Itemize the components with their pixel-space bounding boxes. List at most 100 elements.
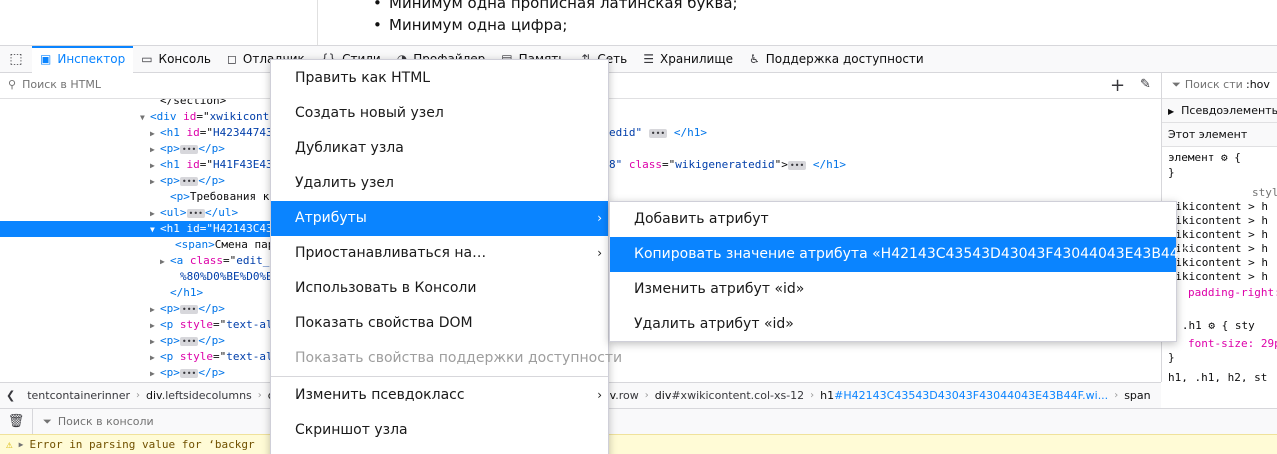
menu-item[interactable]: Показать свойства DOM	[271, 306, 608, 341]
breadcrumb-item[interactable]: div#xwikicontent.col-xs-12	[649, 389, 810, 402]
trash-icon[interactable]: 🗑	[0, 414, 32, 429]
chevron-right-icon[interactable]: ▶	[150, 350, 160, 366]
chevron-down-icon[interactable]: ▼	[140, 110, 150, 126]
breadcrumb-item[interactable]: h1#H42143C43543D43043F43044043E43B44F.wi…	[814, 389, 1114, 402]
markup-token: edit_	[236, 254, 270, 267]
attributes-submenu: Добавить атрибут Копировать значение атри…	[609, 201, 1195, 342]
search-placeholder: Поиск сти	[1184, 78, 1243, 91]
collapsed-content-badge[interactable]: •••	[179, 368, 199, 378]
menu-item[interactable]: Удалить узел	[271, 166, 608, 201]
collapsed-content-badge[interactable]: •••	[179, 336, 199, 346]
close-brace: }	[1168, 351, 1175, 364]
filter-icon: ⏷	[1172, 78, 1181, 91]
menu-item-label: Удалить узел	[295, 175, 394, 191]
menu-item-label: Приостанавливаться на…	[295, 245, 487, 261]
markup-token: <h1	[160, 126, 187, 139]
menu-item[interactable]: Править как HTML	[271, 61, 608, 96]
markup-token: <span>	[175, 238, 215, 251]
markup-token: id	[186, 222, 200, 235]
markup-token: </p>	[198, 142, 225, 155]
markup-token: <ul>	[160, 206, 187, 219]
markup-token: <p>	[160, 366, 180, 379]
html-search-input[interactable]: ⚲ Поиск в HTML	[8, 78, 101, 91]
chevron-down-icon[interactable]: ▼	[150, 222, 160, 238]
chevron-right-icon[interactable]: ▶	[150, 366, 160, 382]
markup-token: H42143C43	[213, 222, 273, 235]
menu-item[interactable]: Приостанавливаться на… ›	[271, 236, 608, 271]
markup-token: style	[179, 318, 213, 331]
breadcrumb-item[interactable]: span	[1118, 389, 1156, 402]
submenu-item[interactable]: Удалить атрибут «id»	[610, 307, 1176, 342]
menu-item-label: Удалить атрибут «id»	[634, 316, 794, 332]
console-filter-input[interactable]: ⏷ Поиск в консоли	[32, 408, 154, 435]
element-picker-button[interactable]: ⬚	[0, 46, 32, 73]
filter-icon: ⏷	[43, 414, 52, 428]
pseudo-elements-header[interactable]: ▶ Псевдоэлементы	[1162, 99, 1277, 123]
submenu-item[interactable]: Изменить атрибут «id»	[610, 272, 1176, 307]
property-name[interactable]: padding-right:	[1188, 286, 1277, 300]
collapsed-content-badge[interactable]: •••	[648, 128, 668, 138]
markup-token: ="	[199, 158, 213, 171]
chevron-right-icon[interactable]: ▶	[150, 126, 160, 142]
submenu-item[interactable]: Добавить атрибут	[610, 202, 1176, 237]
markup-token: edid"	[609, 126, 649, 139]
selector: xwikicontent > h	[1162, 214, 1268, 227]
breadcrumb-item[interactable]: div.leftsidecolumns	[140, 389, 258, 402]
menu-item-label: Атрибуты	[295, 210, 367, 226]
markup-token: id	[186, 126, 200, 139]
menu-item[interactable]: Создать новый узел	[271, 96, 608, 131]
collapsed-content-badge[interactable]: •••	[179, 176, 199, 186]
chevron-right-icon[interactable]: ▶	[150, 174, 160, 190]
tab-label: Поддержка доступности	[765, 52, 924, 66]
tab-storage[interactable]: ☰ Хранилище	[635, 46, 741, 73]
add-node-button[interactable]: +	[1110, 75, 1125, 96]
markup-token: ="	[199, 222, 213, 235]
tab-inspector[interactable]: ▣ Инспектор	[32, 45, 134, 73]
console-toolbar: 🗑 ⏷ Поиск в консоли	[0, 408, 1277, 435]
chevron-right-icon[interactable]: ▶	[150, 206, 160, 222]
menu-item-label: Изменить атрибут «id»	[634, 281, 805, 297]
collapsed-content-badge[interactable]: •••	[787, 160, 807, 170]
page-left-pane	[0, 0, 318, 45]
menu-item[interactable]: Дубликат узла	[271, 131, 608, 166]
chevron-right-icon[interactable]: ▶	[150, 142, 160, 158]
hov-toggle[interactable]: :hov	[1246, 78, 1270, 91]
markup-token: ="	[213, 350, 227, 363]
stylesheet-link[interactable]: styl	[1252, 186, 1277, 200]
chevron-right-icon[interactable]: ▶	[160, 254, 170, 270]
breadcrumb-back-arrow[interactable]: ❮	[0, 389, 21, 402]
tab-label: Инспектор	[57, 52, 126, 66]
console-warning-row[interactable]: ⚠ ▶ Error in parsing value for ‘backgr	[0, 434, 1277, 454]
this-element-header: Этот элемент	[1162, 123, 1277, 147]
search-icon: ⚲	[8, 78, 17, 91]
markup-token: ="	[662, 158, 676, 171]
section-label: Псевдоэлементы	[1181, 104, 1277, 117]
chevron-right-icon[interactable]: ▶	[150, 318, 160, 334]
breadcrumb-part: div	[654, 389, 672, 402]
inspector-search-row: ⚲ Поиск в HTML + ✎ ⏷ Поиск сти :hov	[0, 73, 1277, 99]
menu-item-label: Дубликат узла	[295, 140, 404, 156]
menu-item[interactable]: Атрибуты ›	[271, 201, 608, 236]
chevron-right-icon[interactable]: ▶	[150, 334, 160, 350]
collapsed-content-badge[interactable]: •••	[179, 144, 199, 154]
breadcrumb-item[interactable]: tentcontainerinner	[21, 389, 136, 402]
breadcrumb-part: div	[146, 389, 162, 402]
markup-token: Смена пар	[214, 238, 275, 251]
tab-accessibility[interactable]: ♿ Поддержка доступности	[741, 46, 932, 73]
submenu-item[interactable]: Копировать значение атрибута «H42143C435…	[610, 237, 1195, 272]
chevron-right-icon[interactable]: ▶	[150, 158, 160, 174]
chevron-right-icon[interactable]: ▶	[150, 302, 160, 318]
menu-item[interactable]: Изменить псевдокласс ›	[271, 378, 608, 413]
font-size-decl[interactable]: font-size: 29p	[1188, 337, 1277, 351]
markup-token: H41F43E43	[213, 158, 273, 171]
filter-placeholder: Поиск в консоли	[57, 415, 154, 428]
markup-token: <p	[160, 350, 180, 363]
eyedropper-icon[interactable]: ✎	[1140, 77, 1151, 92]
collapsed-content-badge[interactable]: •••	[179, 304, 199, 314]
menu-item[interactable]: Использовать в Консоли	[271, 271, 608, 306]
collapsed-content-badge[interactable]: •••	[186, 208, 205, 218]
menu-item[interactable]: Скриншот узла	[271, 413, 608, 448]
tab-console[interactable]: ▭ Консоль	[133, 46, 219, 73]
rules-search-input[interactable]: ⏷ Поиск сти	[1172, 78, 1243, 92]
markup-token: ="	[199, 126, 213, 139]
